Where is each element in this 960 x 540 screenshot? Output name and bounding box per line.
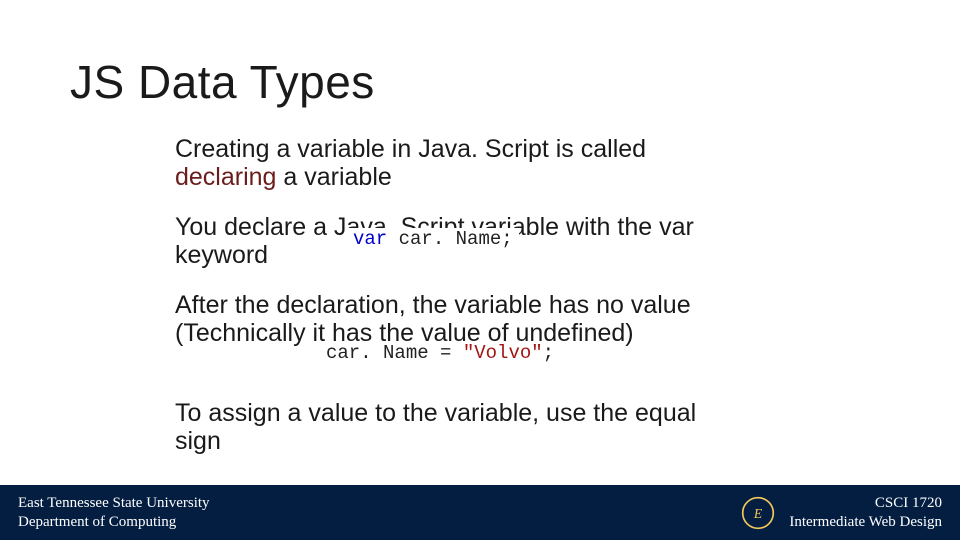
slide-content: Creating a variable in Java. Script is c… [175, 135, 735, 477]
paragraph-1: Creating a variable in Java. Script is c… [175, 135, 735, 191]
code-keyword-var: var [353, 228, 387, 250]
slide-footer: East Tennessee State University Departme… [0, 485, 960, 540]
footer-university: East Tennessee State University [18, 494, 210, 513]
paragraph-4: To assign a value to the variable, use t… [175, 399, 735, 455]
footer-right: CSCI 1720 Intermediate Web Design [789, 494, 942, 532]
slide: JS Data Types Creating a variable in Jav… [0, 0, 960, 540]
declaring-word: declaring [175, 163, 276, 191]
slide-title: JS Data Types [70, 55, 375, 109]
footer-course-code: CSCI 1720 [789, 494, 942, 513]
code-equals: = [429, 342, 463, 364]
code-identifier-2: car. Name [326, 342, 429, 364]
code-snippet-1: var car. Name; [347, 228, 519, 250]
code-identifier: car. Name [399, 228, 502, 250]
code-semicolon-2: ; [543, 342, 554, 364]
paragraph-3: After the declaration, the variable has … [175, 291, 735, 347]
footer-left: East Tennessee State University Departme… [18, 494, 210, 532]
para1-text-c: a variable [276, 163, 391, 191]
code-snippet-2: car. Name = "Volvo"; [320, 342, 560, 364]
svg-text:E: E [753, 506, 763, 521]
code-string-volvo: "Volvo" [463, 342, 543, 364]
code-semicolon: ; [501, 228, 512, 250]
para1-text-a: Creating a variable in Java. Script is c… [175, 135, 646, 163]
footer-department: Department of Computing [18, 513, 210, 532]
footer-course-name: Intermediate Web Design [789, 513, 942, 532]
etsu-logo-icon: E [741, 496, 775, 530]
